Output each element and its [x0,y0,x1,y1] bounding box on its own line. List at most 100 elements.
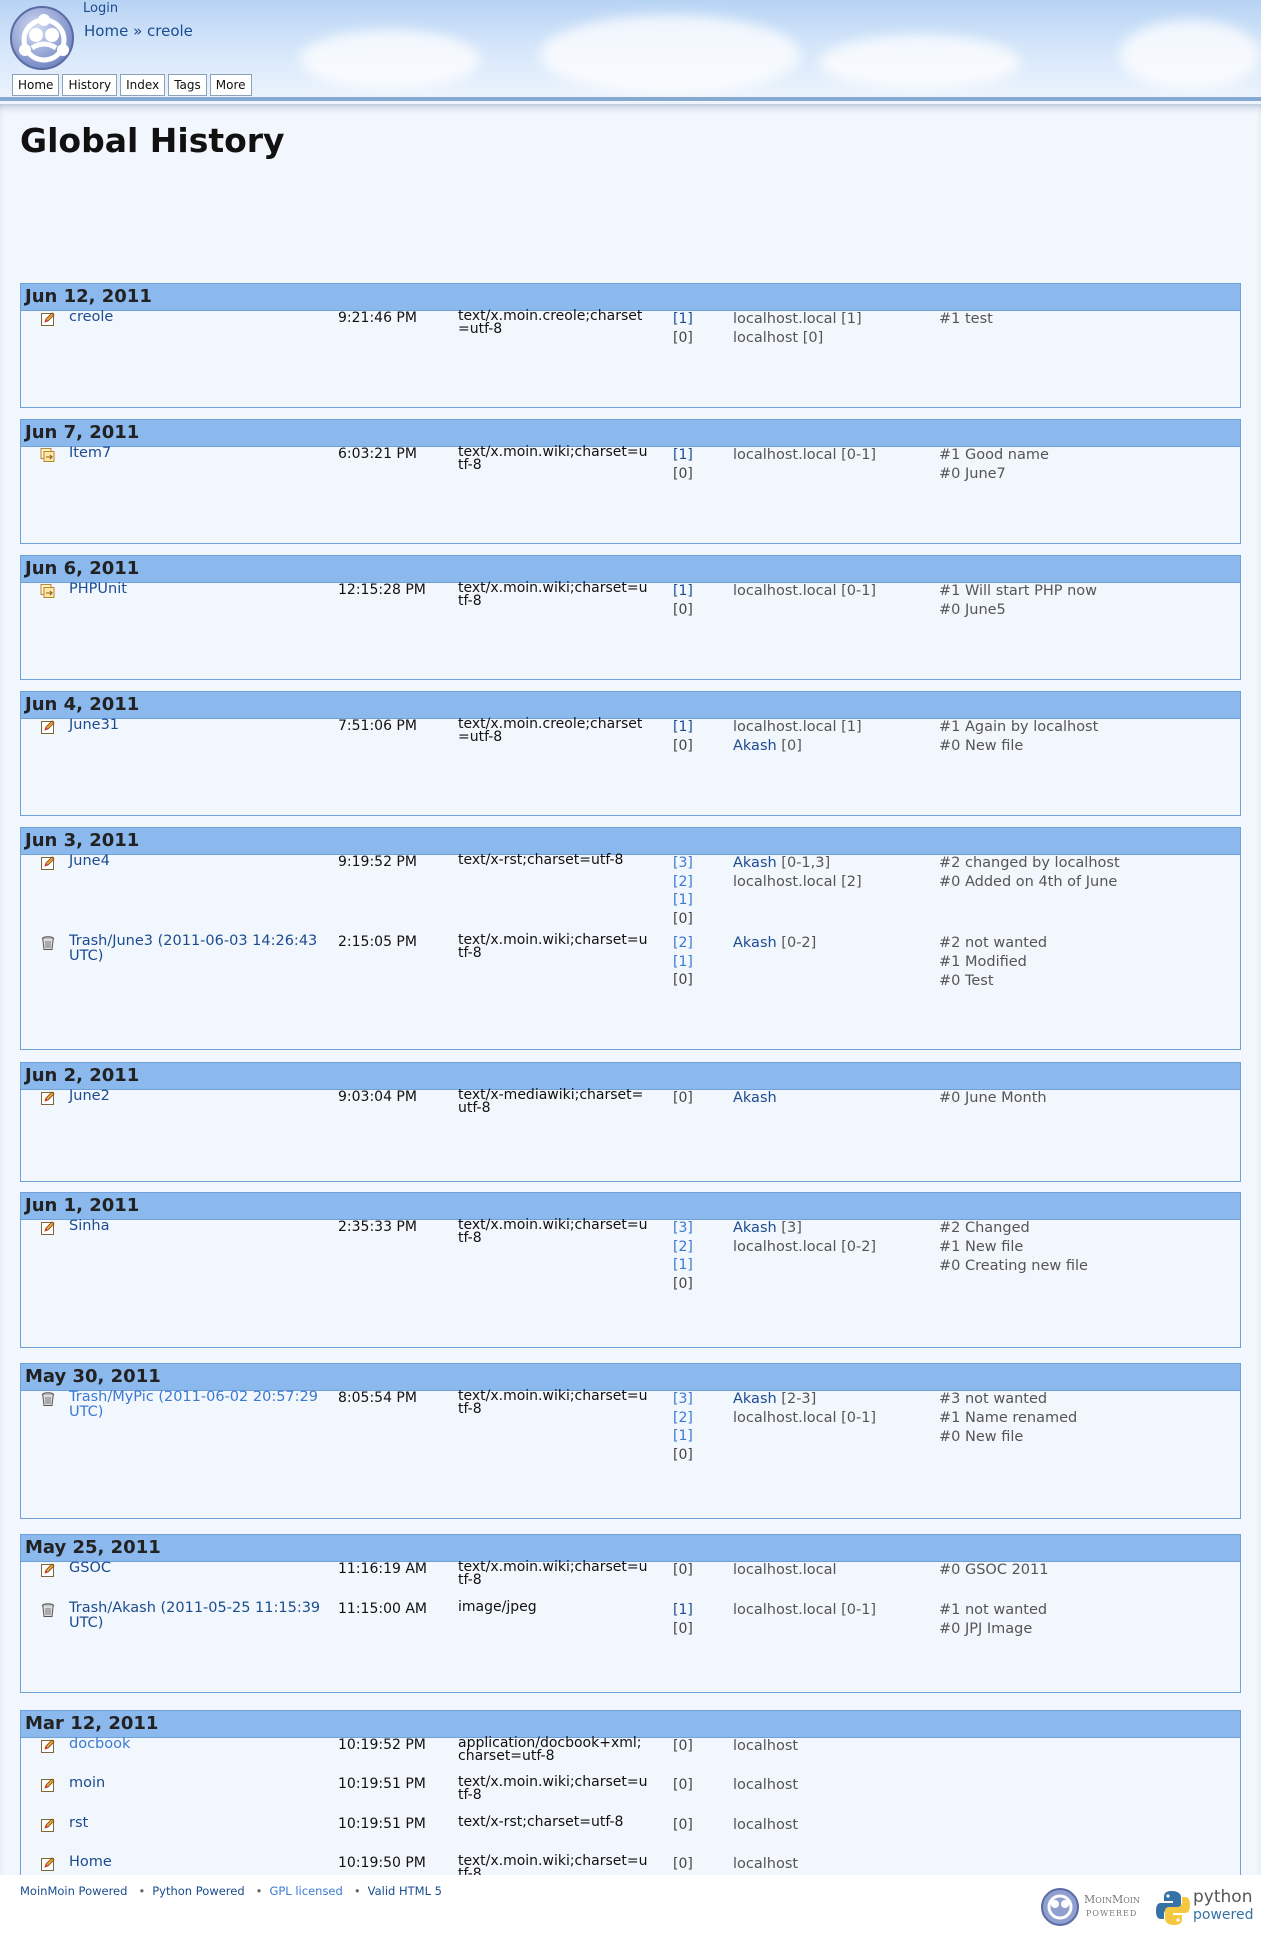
edit-icon [40,1817,56,1833]
item-name-link[interactable]: Home [69,1855,329,1870]
item-name-link[interactable]: rst [69,1816,329,1831]
item-name-link[interactable]: Trash/June3 (2011-06-03 14:26:43 UTC) [69,934,329,964]
revision-link[interactable]: [1] [673,310,693,329]
author-entry: localhost [733,1856,799,1872]
page-title: Global History [20,121,285,160]
comment-entry: #2 changed by localhost [939,855,1120,871]
revision-link[interactable]: [1] [673,953,693,972]
revision-time: 12:15:28 PM [338,582,426,598]
item-name-link[interactable]: Trash/MyPic (2011-06-02 20:57:29 UTC) [69,1390,329,1420]
author-entry: Akash [2-3] [733,1390,876,1409]
revision-link[interactable]: [1] [673,1601,693,1620]
item-name-link[interactable]: docbook [69,1737,329,1752]
item-name-link[interactable]: June31 [69,718,329,733]
item-name-link[interactable]: creole [69,310,329,325]
comment-entry: #0 JPJ Image [939,1621,1033,1637]
revision-link[interactable]: [2] [673,1238,693,1257]
revision-links: [3] [2] [1] [0] [673,854,693,928]
footer-link-moinmoin[interactable]: MoinMoin Powered [20,1884,127,1898]
revision-current: [0] [673,1562,693,1578]
author-link[interactable]: Akash [733,738,777,754]
author-entry: Akash [3] [733,1219,876,1238]
revision-link[interactable]: [1] [673,718,693,737]
authors: localhost [733,1776,798,1795]
comment-entry: #1 not wanted [939,1602,1048,1618]
item-name-link[interactable]: June4 [69,854,329,869]
breadcrumb-separator: » [128,22,148,40]
edit-icon [40,855,56,871]
header-divider [0,97,1261,101]
day-date-header: Jun 12, 2011 [21,284,1240,311]
footer-links: MoinMoin Powered • Python Powered • GPL lice… [20,1884,446,1898]
revision-time: 10:19:52 PM [338,1737,426,1753]
day-date-header: May 30, 2011 [21,1364,1240,1391]
item-name-link[interactable]: Trash/Akash (2011-05-25 11:15:39 UTC) [69,1601,329,1631]
revision-link[interactable]: [1] [673,1256,693,1275]
authors: localhost [733,1816,798,1835]
author-link[interactable]: Akash [733,1090,777,1106]
revision-link[interactable]: [1] [673,446,693,465]
revision-link[interactable]: [2] [673,1409,693,1428]
revision-link[interactable]: [1] [673,582,693,601]
tab-more[interactable]: More [209,74,252,96]
revision-current: [0] [673,601,693,618]
revision-link[interactable]: [1] [673,891,693,910]
revision-link[interactable]: [2] [673,873,693,892]
item-name-link[interactable]: moin [69,1776,329,1791]
comment-entry: #1 Modified [939,954,1027,970]
comments: #1 not wanted #0 JPJ Image [939,1601,1047,1639]
tab-home[interactable]: Home [12,74,60,96]
comment-entry: #0 Test [939,973,994,989]
python-powered-badge[interactable]: python powered [1155,1885,1255,1929]
item-name-link[interactable]: PHPUnit [69,582,329,597]
edit-icon [40,1777,56,1793]
revision-link[interactable]: [3] [673,1390,693,1409]
footer-link-html5[interactable]: Valid HTML 5 [368,1884,442,1898]
revision-link[interactable]: [1] [673,1427,693,1446]
revision-link[interactable]: [3] [673,854,693,873]
revision-time: 11:16:19 AM [338,1561,427,1577]
moinmoin-logo[interactable] [10,6,74,70]
trash-icon [40,935,56,951]
history-row: Trash/June3 (2011-06-03 14:26:43 UTC) 2:1… [21,933,1240,994]
revision-link[interactable]: [3] [673,1219,693,1238]
footer-link-gpl[interactable]: GPL licensed [269,1884,342,1898]
author-revs: [0] [776,738,802,754]
comment-entry: #0 June Month [939,1090,1047,1106]
author-link[interactable]: Akash [733,1220,777,1236]
item-name-link[interactable]: June2 [69,1089,329,1104]
tab-index[interactable]: Index [120,74,166,96]
author-link[interactable]: Akash [733,935,777,951]
author-entry: localhost [0] [733,330,824,346]
comment-entry: #0 Added on 4th of June [939,874,1118,890]
trash-icon [40,1391,56,1407]
item-name-link[interactable]: Sinha [69,1219,329,1234]
tab-history[interactable]: History [62,74,118,96]
item-name-link[interactable]: Item7 [69,446,329,461]
comment-entry: #0 GSOC 2011 [939,1562,1049,1578]
content-type: text/x.moin.wiki;charset=utf-8 [458,444,648,473]
tab-tags[interactable]: Tags [168,74,207,96]
revision-link[interactable]: [2] [673,934,693,953]
authors: Akash [2-3] localhost.local [0-1] [733,1390,876,1428]
author-link[interactable]: Akash [733,855,777,871]
author-entry: Akash [0-2] [733,934,816,953]
author-entry: localhost.local [0-1] [733,1410,877,1426]
author-entry: localhost.local [0-1] [733,583,877,599]
revision-current: [0] [673,1817,693,1833]
content-type: text/x.moin.wiki;charset=utf-8 [458,1217,648,1246]
author-link[interactable]: Akash [733,1391,777,1407]
footer-link-python[interactable]: Python Powered [152,1884,244,1898]
revision-time: 10:19:51 PM [338,1776,426,1792]
comment-entry: #1 Good name [939,447,1049,463]
breadcrumb-current[interactable]: creole [147,22,193,40]
main-content: Global History Jun 12, 2011 creole 9:21:46… [0,104,1261,1939]
item-name-link[interactable]: GSOC [69,1561,329,1576]
login-link[interactable]: Login [83,1,118,16]
revision-current: [0] [673,910,693,927]
rename-icon [40,583,56,599]
breadcrumb-home[interactable]: Home [84,22,128,40]
authors: localhost [733,1855,798,1874]
comment-entry: #1 Again by localhost [939,719,1099,735]
moinmoin-powered-badge[interactable]: MoinMoin POWERED [1040,1885,1150,1929]
